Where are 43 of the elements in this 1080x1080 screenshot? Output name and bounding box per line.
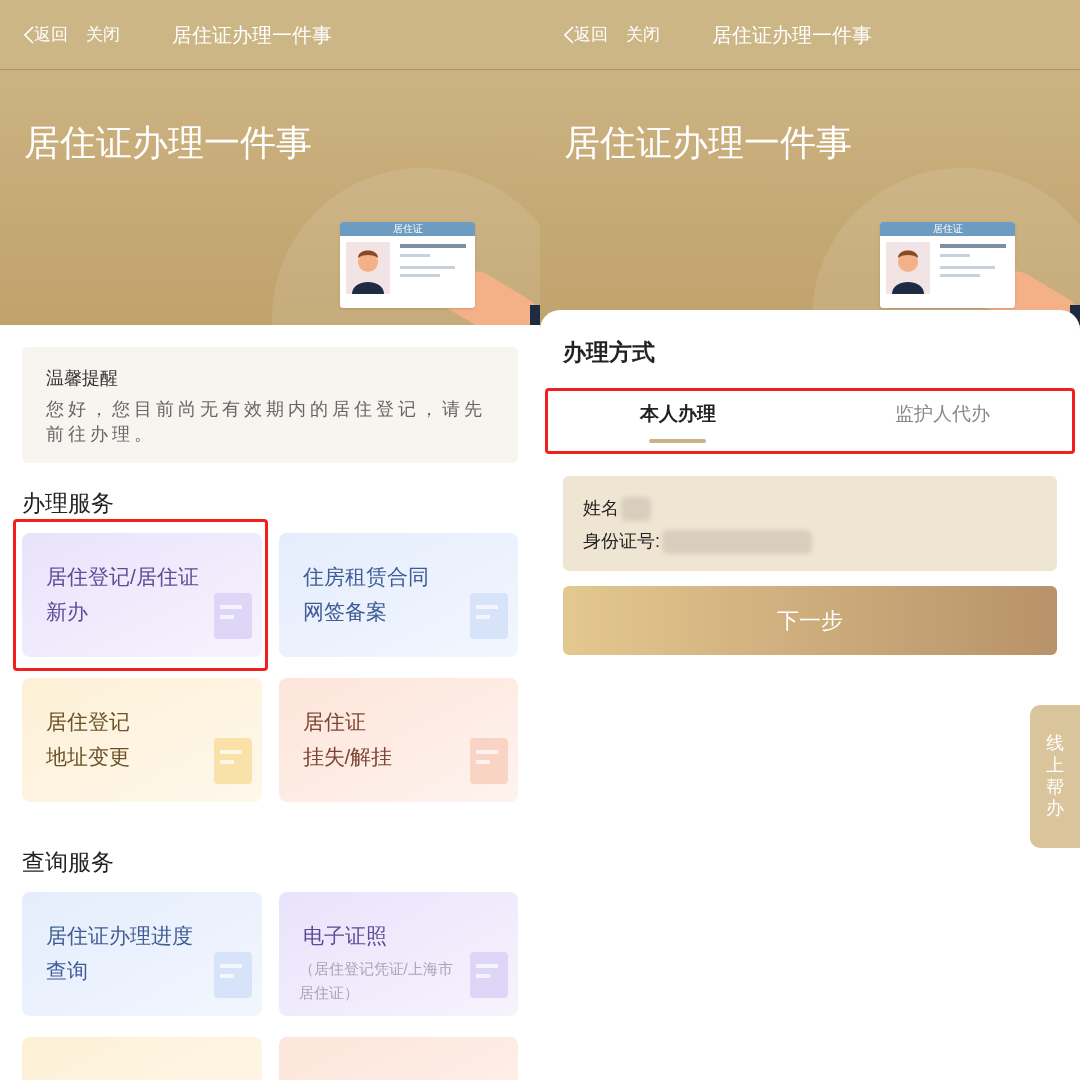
- document-icon: [470, 952, 508, 998]
- service-card[interactable]: 居住证办理进度 查询: [22, 892, 262, 1016]
- card-label: 居住证: [392, 224, 423, 234]
- document-icon: [213, 593, 252, 639]
- banner-title: 居住证办理一件事: [24, 121, 312, 165]
- service-title: 住房租赁合同: [302, 564, 429, 590]
- banner-title: 居住证办理一件事: [564, 121, 852, 165]
- service-title: 居住登记/居住证: [46, 564, 199, 590]
- service-title: 地址变更: [46, 744, 130, 770]
- tab[interactable]: 本人办理: [545, 388, 810, 443]
- tab[interactable]: 监护人代办: [810, 388, 1075, 443]
- person-figure-icon: [886, 242, 930, 294]
- field-label: 姓名: [583, 497, 619, 520]
- service-card[interactable]: 居住登记/居住证 新办: [22, 533, 262, 657]
- service-card[interactable]: 居住证 挂失/解挂: [278, 678, 518, 802]
- service-title: 网签备案: [302, 599, 387, 625]
- section-title: 办理服务: [22, 489, 115, 518]
- service-title: 居住证办理进度: [46, 923, 193, 949]
- person-figure-icon: [346, 242, 390, 294]
- field-label: 身份证号:: [583, 530, 660, 553]
- document-icon: [213, 952, 252, 998]
- document-icon: [213, 738, 252, 784]
- service-title: 居住登记: [46, 709, 130, 735]
- service-card[interactable]: 电子证照 （居住登记凭证/上海市居住证）: [278, 892, 518, 1016]
- chevron-left-icon: [24, 25, 34, 44]
- sheet-title: 办理方式: [563, 338, 656, 367]
- section-title: 查询服务: [22, 848, 115, 877]
- chevron-left-icon: [564, 25, 574, 44]
- card-label: 居住证: [932, 224, 963, 234]
- service-title: 居住证: [302, 709, 366, 735]
- service-subtitle: （居住登记凭证/上海市居住证）: [298, 959, 454, 1003]
- document-icon: [470, 738, 508, 784]
- notice-title: 温馨提醒: [46, 367, 119, 390]
- page-title: 居住证办理一件事: [712, 22, 872, 48]
- service-title: 新办: [46, 599, 88, 625]
- service-title: 挂失/解挂: [302, 744, 393, 770]
- page-title: 居住证办理一件事: [172, 22, 332, 48]
- service-card[interactable]: 居住登记 地址变更: [22, 678, 262, 802]
- notice-text: 您好，您目前尚无有效期内的居住登记，请先前往办理。: [46, 398, 487, 446]
- service-card[interactable]: 住房租赁合同 网签备案: [278, 533, 518, 657]
- document-icon: [470, 593, 508, 639]
- service-title: 查询: [46, 958, 88, 984]
- service-title: 电子证照: [302, 923, 387, 949]
